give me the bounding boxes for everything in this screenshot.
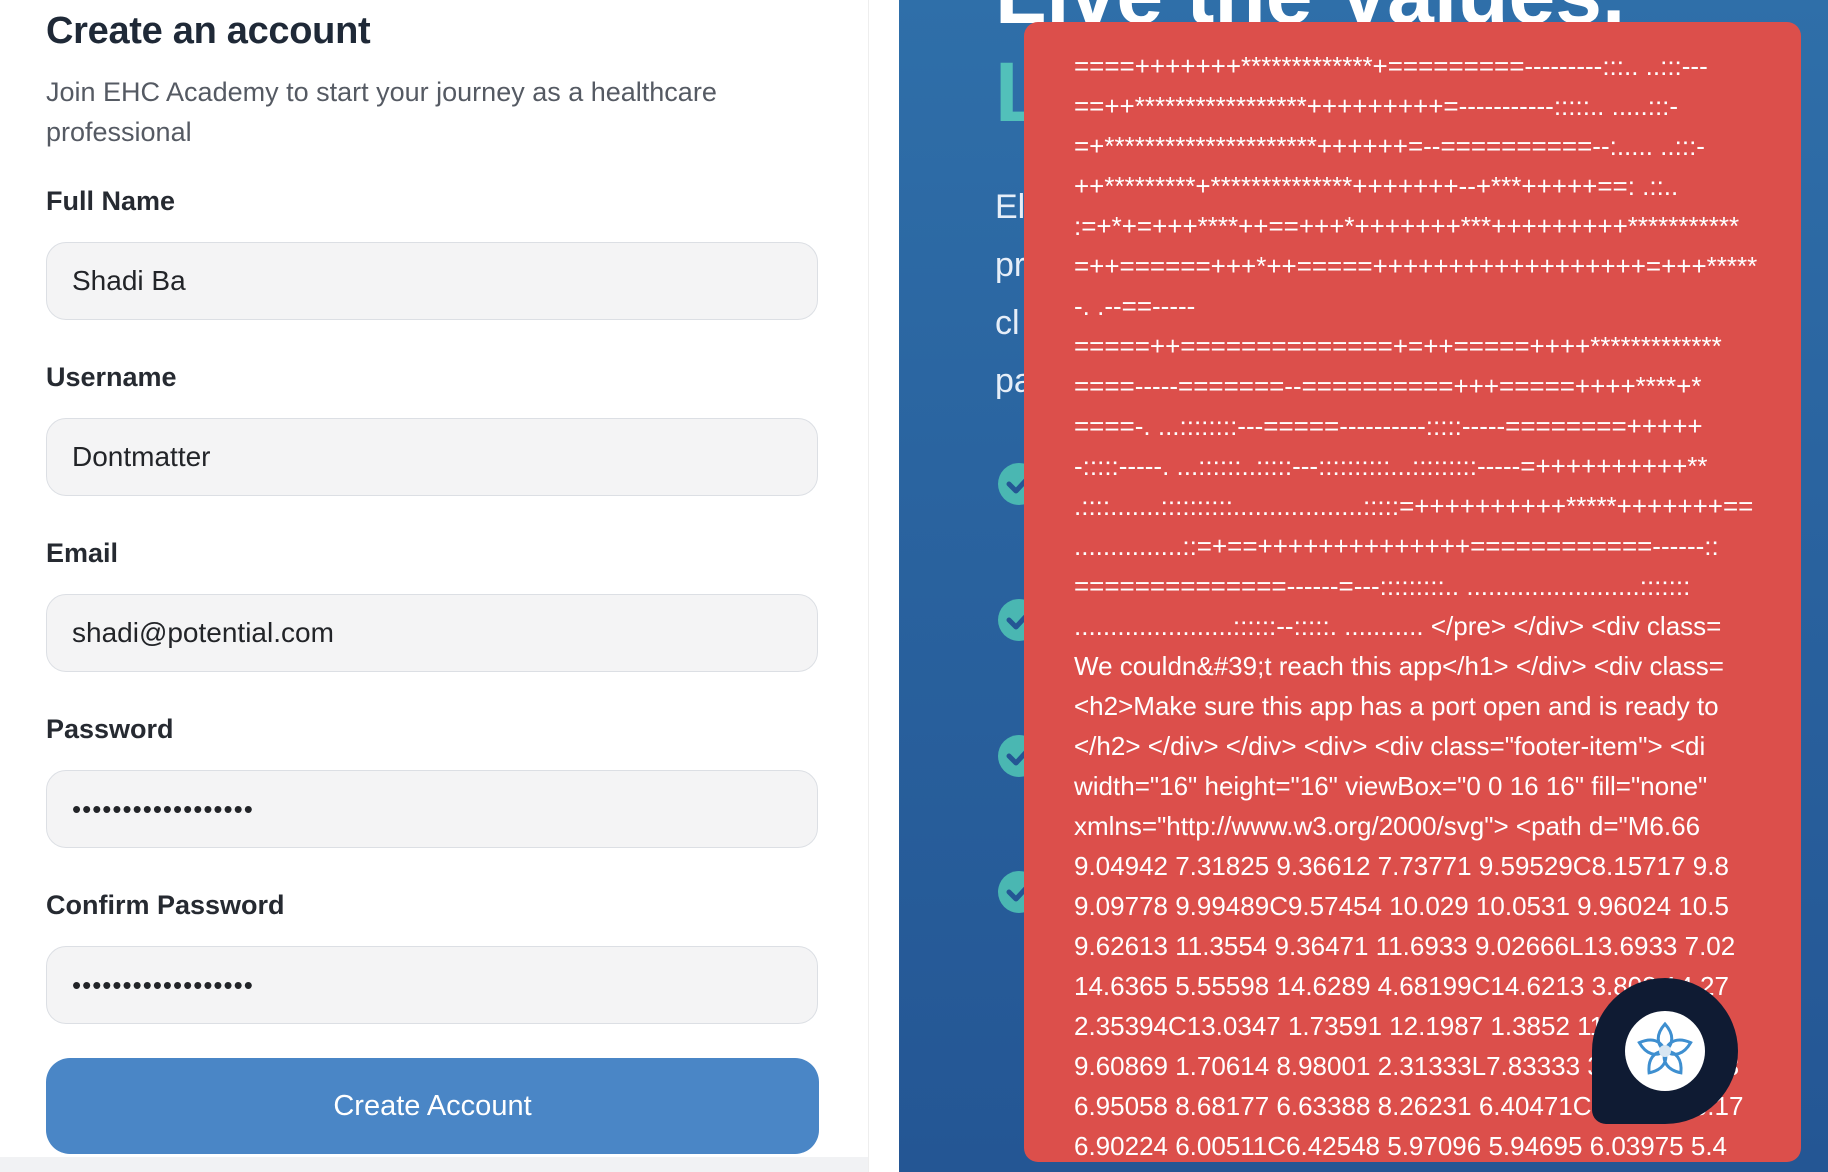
error-overlay-line: </h2> </div> </div> <div> <div class="fo… (1074, 731, 1706, 761)
error-overlay-line: -. .--==----- (1074, 291, 1196, 321)
error-overlay-line: 9.09778 9.99489C9.57454 10.029 10.0531 9… (1074, 891, 1729, 921)
full-name-input[interactable] (46, 242, 818, 320)
error-overlay-line: ====-----=======--==========+++=====++++… (1074, 371, 1702, 401)
error-overlay-line: 9.04942 7.31825 9.36612 7.73771 9.59529C… (1074, 851, 1729, 881)
error-overlay-line: =+*********************++++++=--========… (1074, 131, 1705, 161)
error-overlay-line: ==++*****************+++++++++=---------… (1074, 91, 1679, 121)
email-input[interactable] (46, 594, 818, 672)
error-overlay-line: -:::::-----. ...::::::..:::::---::::::::… (1074, 451, 1708, 481)
form-subtitle: Join EHC Academy to start your journey a… (46, 77, 717, 147)
error-overlay-line: ====+++++++*************+=========------… (1074, 51, 1708, 81)
error-overlay-line: ++*********+**************+++++++--+***+… (1074, 171, 1679, 201)
password-input[interactable] (46, 770, 818, 848)
page-bottom-edge (0, 1157, 868, 1172)
confirm-password-input[interactable] (46, 946, 818, 1024)
error-overlay-line: 9.62613 11.3554 9.36471 11.6933 9.02666L… (1074, 931, 1736, 961)
error-overlay-line: xmlns="http://www.w3.org/2000/svg"> <pat… (1074, 811, 1701, 841)
username-input[interactable] (46, 418, 818, 496)
error-overlay-line: :=+*+=+++****++==+++*+++++++***+++++++++… (1074, 211, 1740, 241)
error-overlay-line: =====++==============+=++=====++++******… (1074, 331, 1722, 361)
academy-logo-icon (1625, 1011, 1705, 1091)
confirm-password-label: Confirm Password (46, 890, 285, 920)
help-chat-button[interactable] (1592, 978, 1738, 1124)
error-overlay-line: ......................::::::--:::::. ...… (1074, 611, 1722, 641)
username-label: Username (46, 362, 177, 392)
error-overlay-line: ...............::=+==++++++++++++++=====… (1074, 531, 1719, 561)
registration-form-panel: Create an account Join EHC Academy to st… (0, 0, 869, 1172)
error-overlay-line: =++======+++*++=====++++++++++++++++++=+… (1074, 251, 1758, 281)
full-name-label: Full Name (46, 186, 176, 216)
create-account-button[interactable]: Create Account (46, 1058, 819, 1154)
email-label: Email (46, 538, 119, 568)
form-title: Create an account (46, 10, 371, 52)
error-overlay-line: ====-. ...::::::::---=====----------::::… (1074, 411, 1703, 441)
error-overlay-line: .::::.......::::::::::..................… (1074, 491, 1754, 521)
error-overlay-line: We couldn&#39;t reach this app</h1> </di… (1074, 651, 1724, 681)
error-overlay-line: width="16" height="16" viewBox="0 0 16 1… (1074, 771, 1708, 801)
password-label: Password (46, 714, 174, 744)
error-overlay-line: 6.90224 6.00511C6.42548 5.97096 5.94695 … (1074, 1131, 1728, 1161)
error-overlay-line: <h2>Make sure this app has a port open a… (1074, 691, 1719, 721)
error-overlay-line: ==============------=---:::::::::.. ....… (1074, 571, 1691, 601)
